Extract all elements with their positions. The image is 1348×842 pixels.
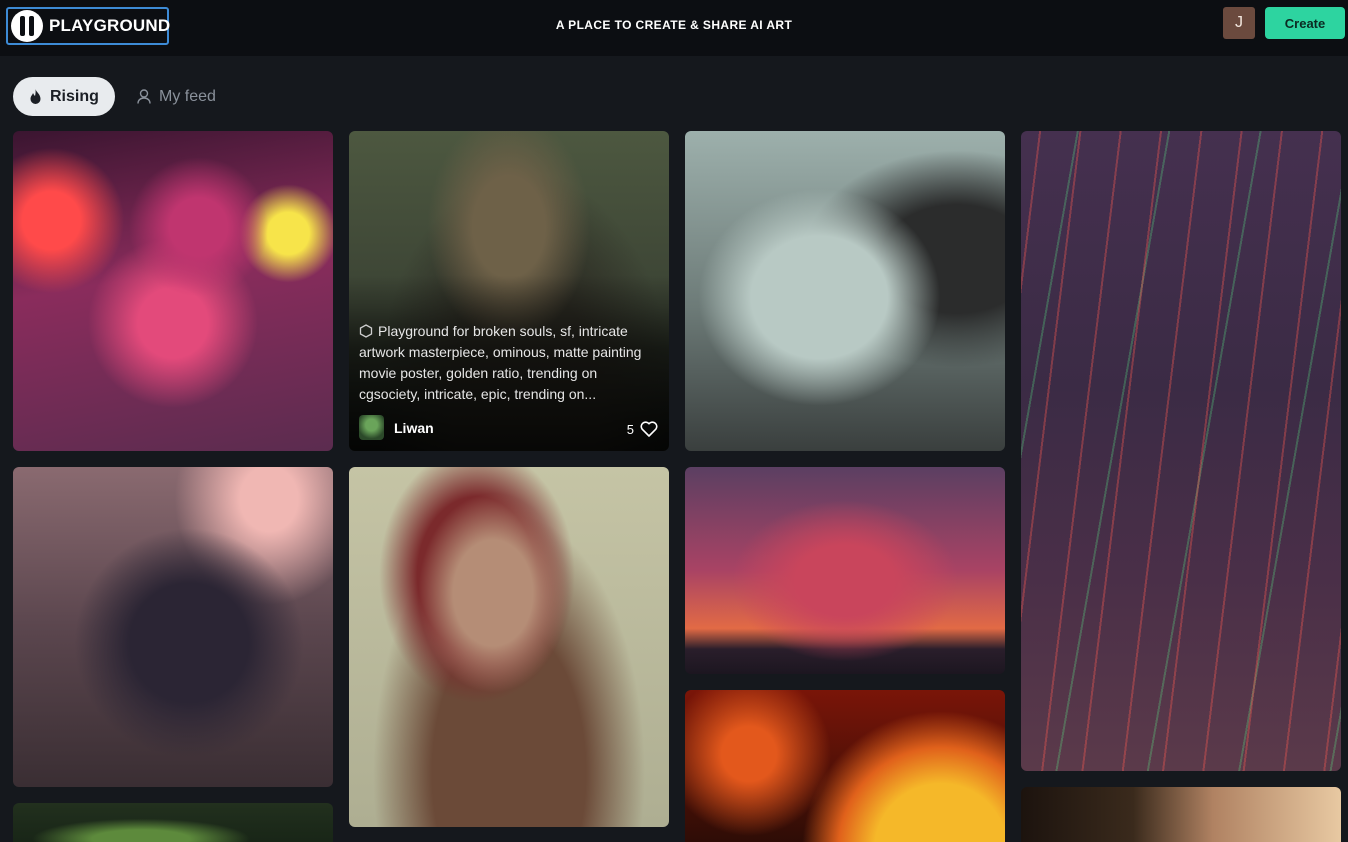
- artwork-card[interactable]: [685, 690, 1005, 842]
- prompt-text: Playground for broken souls, sf, intrica…: [359, 321, 659, 405]
- top-bar: PLAYGROUND A PLACE TO CREATE & SHARE AI …: [0, 0, 1348, 56]
- tab-my-feed[interactable]: My feed: [125, 77, 235, 116]
- artwork-card[interactable]: [685, 131, 1005, 451]
- like-count: 5: [626, 421, 634, 437]
- user-avatar[interactable]: J: [1223, 7, 1255, 39]
- tagline: A PLACE TO CREATE & SHARE AI ART: [555, 18, 793, 32]
- author-avatar: [359, 415, 384, 440]
- artwork-card[interactable]: [1021, 131, 1341, 771]
- flame-icon: [30, 88, 41, 104]
- user-icon: [137, 89, 151, 104]
- prompt-icon: [359, 324, 373, 338]
- tab-rising-label: Rising: [50, 87, 99, 105]
- artwork-card[interactable]: [685, 467, 1005, 674]
- artwork-card[interactable]: [1021, 787, 1341, 842]
- artwork-card[interactable]: [349, 467, 669, 827]
- logo[interactable]: PLAYGROUND: [6, 7, 171, 45]
- author[interactable]: Liwan: [359, 415, 434, 440]
- like-button[interactable]: 5: [627, 421, 658, 437]
- heart-icon: [640, 421, 658, 437]
- tab-my-feed-label: My feed: [159, 87, 216, 105]
- logo-text: PLAYGROUND: [49, 16, 171, 35]
- artwork-card[interactable]: [13, 803, 333, 842]
- artwork-card[interactable]: [13, 131, 333, 451]
- artwork-card-featured[interactable]: Playground for broken souls, sf, intrica…: [349, 131, 669, 451]
- prompt-text-value: Playground for broken souls, sf, intrica…: [359, 323, 642, 402]
- create-button[interactable]: Create: [1265, 7, 1345, 39]
- artwork-card[interactable]: [13, 467, 333, 787]
- logo-mark-icon: [11, 10, 43, 42]
- author-name: Liwan: [394, 419, 434, 436]
- tab-rising[interactable]: Rising: [13, 77, 115, 116]
